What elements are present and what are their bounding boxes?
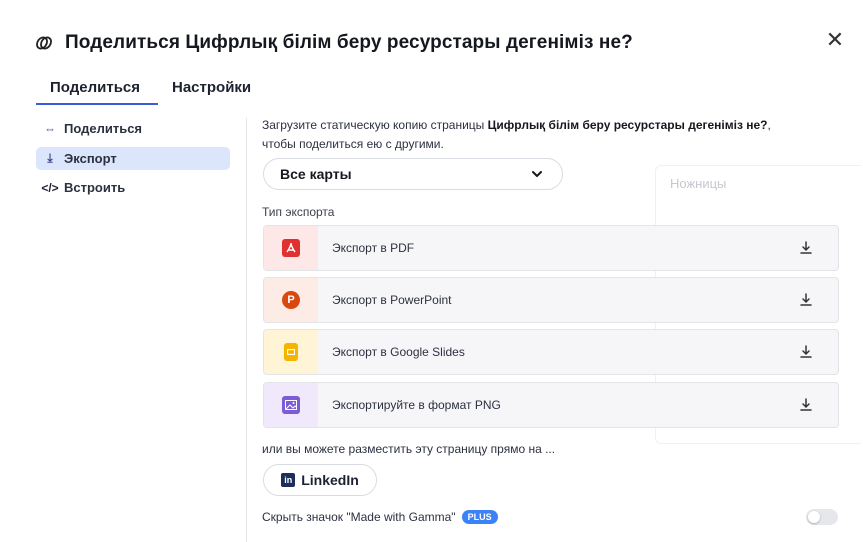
share-icon: ⇔ [44, 121, 56, 136]
sidebar-item-label: Встроить [64, 180, 126, 195]
pdf-icon [282, 239, 300, 257]
linkedin-icon: in [281, 473, 296, 487]
linkedin-button[interactable]: in LinkedIn [263, 464, 377, 496]
export-description: Загрузите статическую копию страницы Циф… [262, 118, 771, 151]
plus-badge: PLUS [461, 510, 498, 524]
sidebar-item-export[interactable]: ⤓ Экспорт [36, 147, 230, 170]
background-panel-label: Ножницы [670, 176, 727, 191]
sidebar-item-embed[interactable]: </> Встроить [36, 176, 230, 199]
toggle-knob [808, 511, 820, 523]
export-powerpoint-button[interactable]: P Экспорт в PowerPoint [263, 277, 839, 323]
cards-select[interactable]: Все карты [263, 158, 563, 190]
hide-badge-toggle[interactable] [806, 509, 838, 525]
chevron-down-icon [528, 165, 546, 186]
google-slides-icon [284, 343, 298, 361]
close-icon[interactable]: ✕ [823, 27, 847, 53]
active-tab-underline [36, 103, 158, 105]
download-icon: ⤓ [47, 151, 53, 165]
export-option-label: Экспортируйте в формат PNG [332, 398, 501, 412]
link-icon [34, 33, 54, 59]
cards-select-value: Все карты [280, 166, 352, 182]
hide-badge-setting: Скрыть значок "Made with Gamma" PLUS [262, 510, 498, 524]
download-icon [798, 292, 814, 313]
sidebar-item-label: Поделиться [64, 121, 143, 136]
export-google-slides-button[interactable]: Экспорт в Google Slides [263, 329, 839, 375]
sidebar-item-share[interactable]: ⇔ Поделиться [36, 117, 230, 140]
image-icon [282, 396, 300, 414]
export-option-label: Экспорт в PowerPoint [332, 293, 452, 307]
download-icon [798, 240, 814, 261]
powerpoint-icon: P [282, 291, 300, 309]
export-pdf-button[interactable]: Экспорт в PDF [263, 225, 839, 271]
code-icon: </> [41, 180, 59, 195]
export-type-label: Тип экспорта [262, 205, 335, 219]
tab-share[interactable]: Поделиться [50, 79, 140, 96]
export-option-label: Экспорт в Google Slides [332, 345, 465, 359]
share-elsewhere-label: или вы можете разместить эту страницу пр… [262, 442, 556, 456]
hide-badge-label: Скрыть значок "Made with Gamma" [262, 510, 456, 524]
export-png-button[interactable]: Экспортируйте в формат PNG [263, 382, 839, 428]
download-icon [798, 397, 814, 418]
modal-title: Поделиться Цифрлық білім беру ресурстары… [65, 32, 633, 53]
tab-settings[interactable]: Настройки [172, 79, 251, 96]
sidebar-item-label: Экспорт [64, 151, 117, 166]
linkedin-label: LinkedIn [301, 472, 359, 488]
export-option-label: Экспорт в PDF [332, 241, 415, 255]
share-modal: Поделиться Цифрлық білім беру ресурстары… [0, 0, 863, 542]
vertical-divider [246, 118, 247, 542]
download-icon [798, 344, 814, 365]
